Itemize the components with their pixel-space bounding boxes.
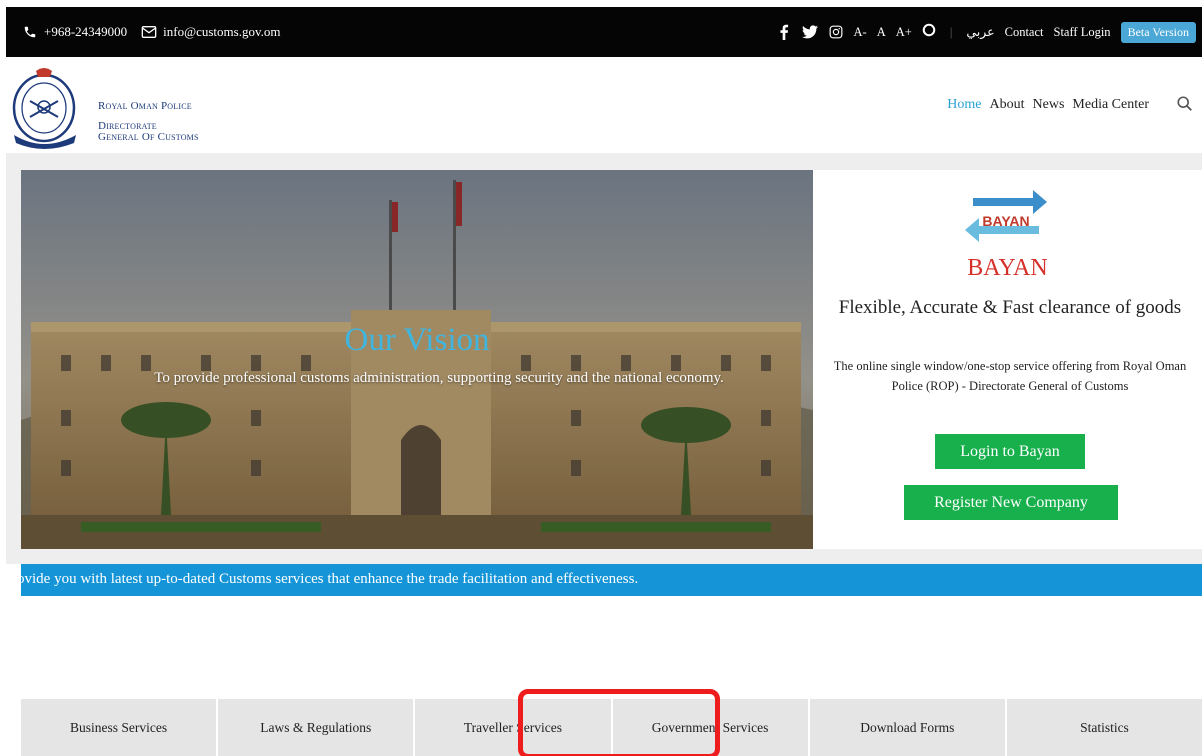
envelope-icon <box>141 24 157 40</box>
font-normal-button[interactable]: A <box>877 25 886 40</box>
nav-news[interactable]: News <box>1033 97 1065 113</box>
email-link[interactable]: info@customs.gov.om <box>163 24 280 40</box>
font-decrease-button[interactable]: A- <box>854 25 867 40</box>
bayan-description: The online single window/one-stop servic… <box>833 359 1187 393</box>
nav-about[interactable]: About <box>990 97 1025 113</box>
contrast-toggle[interactable] <box>922 23 936 41</box>
bayan-title: BAYAN <box>967 255 1048 281</box>
phone-icon <box>22 24 38 40</box>
font-increase-button[interactable]: A+ <box>896 25 912 40</box>
statistics-tab[interactable]: Statistics <box>1006 699 1203 756</box>
search-icon[interactable] <box>1176 95 1194 113</box>
top-bar: +968-24349000 info@customs.gov.om A- A A… <box>6 7 1202 57</box>
contact-link[interactable]: Contact <box>1005 25 1044 40</box>
brand-line-customs: General Of Customs <box>98 131 199 143</box>
bayan-logo[interactable]: BAYAN <box>963 184 1049 248</box>
instagram-icon[interactable] <box>828 24 844 40</box>
phone-number[interactable]: +968-24349000 <box>44 24 127 40</box>
brand-line-rop: Royal Oman Police <box>98 100 192 112</box>
download-forms-tab[interactable]: Download Forms <box>809 699 1005 756</box>
news-ticker: ovide you with latest up-to-dated Custom… <box>21 564 1202 596</box>
laws-regulations-tab[interactable]: Laws & Regulations <box>218 699 414 756</box>
login-to-bayan-button[interactable]: Login to Bayan <box>935 434 1085 469</box>
vision-banner: Our Vision To provide professional custo… <box>21 170 813 549</box>
vision-title: Our Vision <box>344 322 490 358</box>
bayan-panel: BAYAN BAYAN Flexible, Accurate & Fast cl… <box>813 170 1202 549</box>
register-new-company-button[interactable]: Register New Company <box>904 485 1118 520</box>
twitter-icon[interactable] <box>801 24 818 40</box>
bayan-tagline: Flexible, Accurate & Fast clearance of g… <box>838 297 1182 318</box>
rop-emblem-logo[interactable] <box>10 63 96 149</box>
beta-version-badge[interactable]: Beta Version <box>1120 21 1196 43</box>
nav-media-center[interactable]: Media Center <box>1072 97 1149 113</box>
nav-home[interactable]: Home <box>947 97 981 113</box>
vision-text: To provide professional customs administ… <box>154 370 724 386</box>
customs-building-photo <box>21 170 813 549</box>
arabic-language-link[interactable]: عربي <box>966 24 994 40</box>
business-services-tab[interactable]: Business Services <box>21 699 217 756</box>
site-header: Royal Oman Police Directorate General Of… <box>6 57 1202 153</box>
contrast-icon <box>922 23 936 37</box>
brand-text[interactable]: Royal Oman Police Directorate General Of… <box>98 101 199 143</box>
bayan-logo-text: BAYAN <box>982 213 1029 229</box>
facebook-icon[interactable] <box>776 24 792 40</box>
staff-login-link[interactable]: Staff Login <box>1054 25 1111 40</box>
main-nav: Home About News Media Center <box>947 97 1149 113</box>
divider: | <box>949 24 953 39</box>
ticker-text[interactable]: ovide you with latest up-to-dated Custom… <box>21 571 638 588</box>
highlight-annotation-box <box>518 689 720 756</box>
